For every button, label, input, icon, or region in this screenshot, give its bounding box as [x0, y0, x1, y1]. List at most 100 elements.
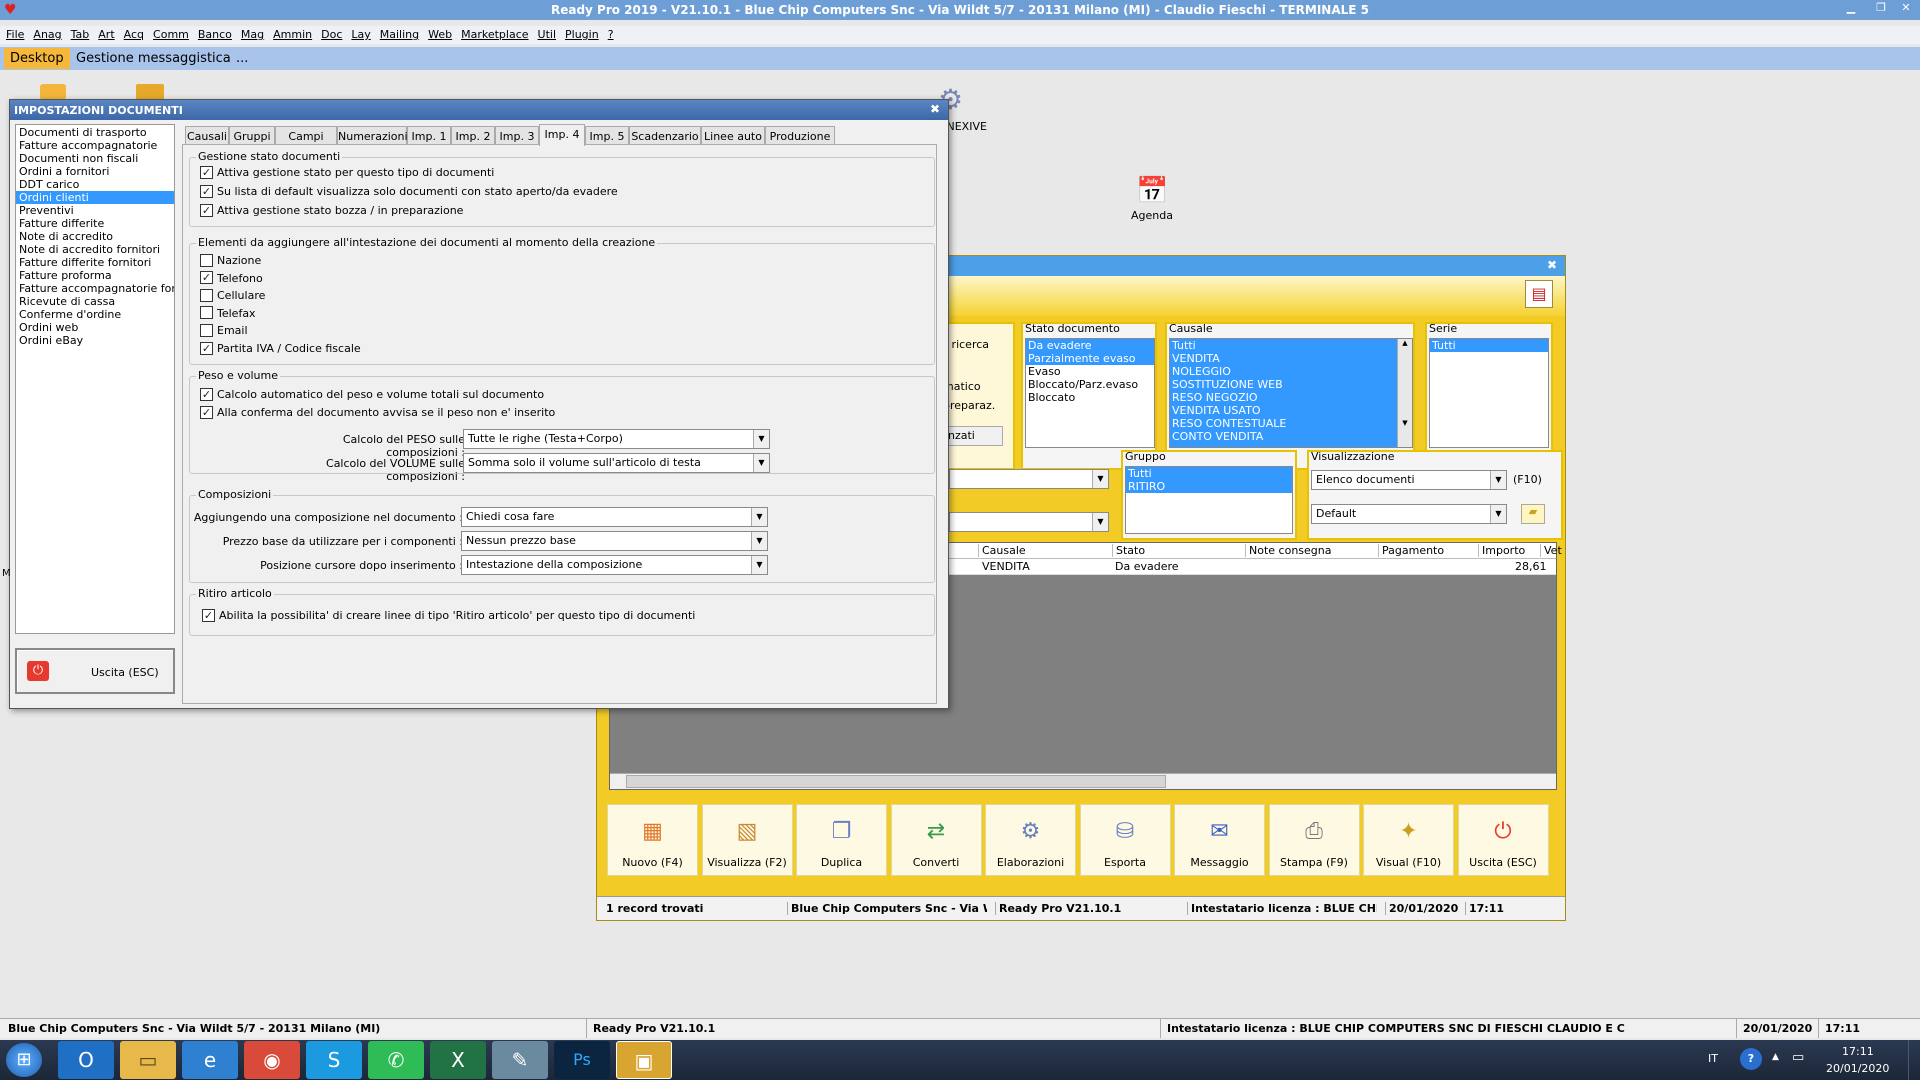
menu-item-tab[interactable]: Tab — [71, 28, 90, 41]
column-header[interactable]: Causale — [978, 544, 1026, 557]
doctype-item[interactable]: Fatture accompagnatorie fornito — [16, 282, 174, 295]
dialog-close-icon[interactable]: ✖ — [930, 102, 940, 116]
calendar-icon[interactable]: 📅 — [1136, 176, 1168, 206]
peso-combo[interactable]: Tutte le righe (Testa+Corpo) ▼ — [463, 429, 770, 449]
explorer-icon[interactable]: ▭ — [120, 1041, 176, 1079]
menu-item-comm[interactable]: Comm — [153, 28, 189, 41]
column-header[interactable]: Stato — [1112, 544, 1145, 557]
gruppo-list[interactable]: Tutti RITIRO — [1125, 466, 1293, 534]
checkbox[interactable]: ✓ — [200, 203, 213, 217]
minimize-button[interactable]: ▁ — [1840, 1, 1862, 18]
checkbox[interactable]: ✓ — [200, 165, 213, 179]
doctype-item[interactable]: Note di accredito — [16, 230, 174, 243]
checkbox-row[interactable]: ✓ Attiva gestione stato bozza / in prepar… — [200, 203, 463, 218]
ritiro-checkbox-row[interactable]: ✓ Abilita la possibilita' di creare linee… — [202, 608, 695, 623]
menu-item-plugin[interactable]: Plugin — [565, 28, 599, 41]
doctype-item[interactable]: Note di accredito fornitori — [16, 243, 174, 256]
list-item[interactable]: Tutti — [1430, 339, 1548, 352]
menu-item-acq[interactable]: Acq — [124, 28, 144, 41]
comp2-combo[interactable]: Nessun prezzo base ▼ — [461, 531, 768, 551]
tab-imp--2[interactable]: Imp. 2 — [451, 126, 495, 146]
tab-scadenzario[interactable]: Scadenzario — [629, 126, 701, 146]
toolbar-button-0[interactable]: ▦ Nuovo (F4) — [607, 804, 698, 876]
tab-campi-agg-[interactable]: Campi agg. — [275, 126, 337, 163]
ie-icon[interactable]: e — [182, 1041, 238, 1079]
tab-imp--1[interactable]: Imp. 1 — [407, 126, 451, 146]
help-tray-icon[interactable]: ? — [1740, 1048, 1762, 1070]
checkbox[interactable]: ✓ — [200, 387, 213, 401]
checkbox[interactable] — [200, 306, 213, 320]
list-item[interactable]: Parzialmente evaso — [1026, 352, 1154, 365]
network-icon[interactable]: ▭ — [1792, 1050, 1804, 1065]
volume-combo[interactable]: Somma solo il volume sull'articolo di te… — [463, 453, 770, 473]
excel-icon[interactable]: X — [430, 1041, 486, 1079]
doctype-item[interactable]: Preventivi — [16, 204, 174, 217]
column-header[interactable]: Vet — [1540, 544, 1562, 557]
vis-combo[interactable]: Elenco documenti ▼ — [1311, 470, 1507, 490]
tab-numerazioni[interactable]: Numerazioni — [337, 126, 408, 146]
tab-linee-auto[interactable]: Linee auto — [701, 126, 765, 146]
doctype-item[interactable]: Fatture differite — [16, 217, 174, 230]
checkbox-row[interactable]: Cellulare — [200, 288, 265, 303]
menu-item-util[interactable]: Util — [538, 28, 556, 41]
menu-item-mailing[interactable]: Mailing — [380, 28, 419, 41]
checkbox-row[interactable]: ✓ Partita IVA / Codice fiscale — [200, 341, 361, 356]
tab-gruppi[interactable]: Gruppi — [229, 126, 275, 146]
checkbox[interactable] — [200, 288, 213, 302]
skype-icon[interactable]: S — [306, 1041, 362, 1079]
tray-arrow-icon[interactable]: ▲ — [1772, 1052, 1779, 1062]
comp3-combo[interactable]: Intestazione della composizione ▼ — [461, 555, 768, 575]
checkbox-row[interactable]: ✓ Telefono — [200, 271, 263, 286]
list-item[interactable]: SOSTITUZIONE WEB — [1170, 378, 1412, 391]
menu-item-web[interactable]: Web — [428, 28, 452, 41]
checkbox-row[interactable]: ✓ Alla conferma del documento avvisa se i… — [200, 405, 555, 420]
table-hscroll[interactable] — [610, 773, 1556, 789]
ritiro-checkbox[interactable]: ✓ — [202, 608, 215, 622]
folder-icon[interactable]: ▰ — [1521, 504, 1545, 524]
bg-close-icon[interactable]: ✖ — [1547, 258, 1557, 272]
list-item[interactable]: Bloccato/Parz.evaso — [1026, 378, 1154, 391]
doctype-item[interactable]: Ordini clienti — [16, 191, 174, 204]
photoshop-icon[interactable]: Ps — [554, 1041, 610, 1079]
menu-item-art[interactable]: Art — [98, 28, 114, 41]
list-item[interactable]: Tutti — [1126, 467, 1292, 480]
doctype-item[interactable]: Fatture accompagnatorie — [16, 139, 174, 152]
list-item[interactable]: VENDITA USATO — [1170, 404, 1412, 417]
toolbar-button-2[interactable]: ❐ Duplica — [796, 804, 887, 876]
menu-item-anag[interactable]: Anag — [33, 28, 61, 41]
doctype-item[interactable]: Fatture differite fornitori — [16, 256, 174, 269]
exit-button[interactable]: ⏻ Uscita (ESC) — [15, 648, 175, 694]
toolbar-button-7[interactable]: ⎙ Stampa (F9) — [1268, 804, 1360, 876]
toolbar-button-6[interactable]: ✉ Messaggio — [1174, 804, 1265, 876]
desktop-icon-user[interactable] — [40, 84, 66, 100]
checkbox-row[interactable]: Email — [200, 323, 248, 338]
tab-imp--5[interactable]: Imp. 5 — [585, 126, 629, 146]
doctype-item[interactable]: Ordini eBay — [16, 334, 174, 347]
tab-imp--4[interactable]: Imp. 4 — [539, 124, 585, 146]
notes-icon[interactable]: ✎ — [492, 1041, 548, 1079]
list-item[interactable]: VENDITA — [1170, 352, 1412, 365]
close-button[interactable]: ✕ — [1895, 1, 1917, 18]
outlook-icon[interactable]: O — [58, 1041, 114, 1079]
bg-partial-ricerca[interactable]: i ricerca — [945, 338, 989, 351]
doctype-item[interactable]: Ordini a fornitori — [16, 165, 174, 178]
menu-item-marketplace[interactable]: Marketplace — [461, 28, 528, 41]
doctype-item[interactable]: Ricevute di cassa — [16, 295, 174, 308]
bg-filter-combo-1[interactable]: ▼ — [949, 469, 1109, 489]
tab-desktop[interactable]: Desktop — [4, 48, 70, 69]
checkbox-row[interactable]: Nazione — [200, 253, 261, 268]
column-header[interactable]: Pagamento — [1378, 544, 1444, 557]
checkbox[interactable]: ✓ — [200, 184, 213, 198]
bg-filter-combo-2[interactable]: ▼ — [949, 512, 1109, 532]
checkbox-row[interactable]: ✓ Su lista di default visualizza solo doc… — [200, 184, 618, 199]
column-header[interactable]: Note consegna — [1245, 544, 1331, 557]
start-button[interactable]: ⊞ — [6, 1043, 42, 1077]
layout-combo[interactable]: Default ▼ — [1311, 504, 1507, 524]
list-item[interactable]: Da evadere — [1026, 339, 1154, 352]
checkbox-row[interactable]: ✓ Calcolo automatico del peso e volume to… — [200, 387, 544, 402]
tray-date[interactable]: 20/01/2020 — [1826, 1062, 1889, 1075]
checkbox[interactable] — [200, 253, 213, 267]
menu-item-ammin[interactable]: Ammin — [273, 28, 312, 41]
whatsapp-icon[interactable]: ✆ — [368, 1041, 424, 1079]
checkbox-row[interactable]: ✓ Attiva gestione stato per questo tipo d… — [200, 165, 494, 180]
